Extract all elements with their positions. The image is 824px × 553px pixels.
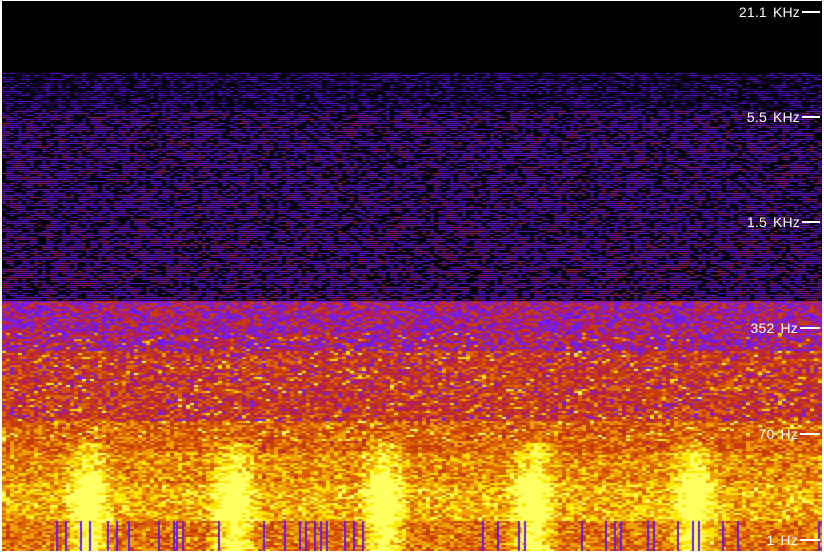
freq-label-unit: Hz [780, 532, 798, 548]
freq-label-unit: KHz [772, 109, 800, 125]
freq-label-value: 21.1 [738, 4, 767, 20]
freq-label-unit: KHz [772, 4, 800, 20]
freq-tick-mark [802, 11, 820, 13]
freq-label-unit: KHz [772, 214, 800, 230]
freq-label-value: 352 [750, 320, 775, 336]
freq-label-5k: 5.5 KHz [747, 109, 820, 125]
freq-label-352: 352 Hz [751, 320, 820, 336]
freq-label-70: 70 Hz [758, 426, 820, 442]
spectrogram-canvas[interactable] [2, 1, 822, 551]
freq-label-value: 1 [766, 532, 775, 548]
freq-label-21k: 21.1 KHz [739, 4, 820, 20]
freq-tick-mark [802, 221, 820, 223]
spectrogram-view[interactable]: 21.1 KHz 5.5 KHz 1.5 KHz 352 Hz 70 Hz 1 Hz [2, 1, 822, 551]
freq-label-1k: 1.5 KHz [747, 214, 820, 230]
freq-label-value: 1.5 [746, 214, 767, 230]
freq-label-unit: Hz [780, 426, 798, 442]
freq-tick-mark [800, 433, 820, 435]
freq-tick-mark [800, 539, 820, 541]
freq-label-value: 5.5 [746, 109, 767, 125]
freq-label-1: 1 Hz [766, 532, 820, 548]
freq-label-unit: Hz [780, 320, 798, 336]
freq-tick-mark [802, 116, 820, 118]
freq-label-value: 70 [758, 426, 775, 442]
freq-tick-mark [800, 327, 820, 329]
